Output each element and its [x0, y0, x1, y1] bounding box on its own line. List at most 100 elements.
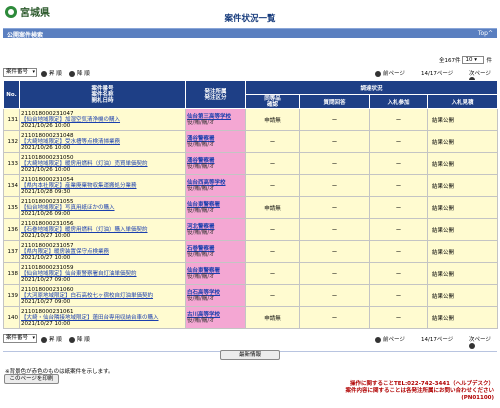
- order-type: 役/賄/購/オ: [187, 163, 215, 170]
- case-cell: 211018000231059 【仙台地域限定】仙台東警察署自灯油単価契約 2021…: [19, 262, 186, 285]
- row-number: 135: [3, 196, 20, 219]
- bid-join-status: ー: [369, 262, 428, 285]
- radio-icon: [69, 336, 75, 343]
- case-cell: 211018000231056 【石巻地域限定】暖房用燃料（灯油）購入単価契約 20…: [19, 218, 186, 241]
- bid-join-status: ー: [369, 108, 428, 131]
- question-status: ー: [299, 218, 370, 241]
- same-item-status: 申請無: [245, 306, 300, 329]
- table-row: 133 211018000231050 【大崎地域限定】暖房用燃料（灯油）売買単価契…: [3, 152, 499, 175]
- same-item-status: ー: [245, 218, 300, 241]
- sort-descending-radio[interactable]: 降 順: [69, 335, 90, 343]
- search-title-bar: 公開案件検索 Top^: [3, 28, 497, 39]
- case-cell: 211018000231060 【大河原地域限定】白石高校七ヶ宿校自灯油単価契約 2…: [19, 284, 186, 307]
- col-bid-result: 入札見積: [426, 94, 499, 109]
- opening-date: 2021/10/27 09:00: [21, 298, 71, 305]
- order-type: 役/賄/賄/オ: [187, 141, 215, 148]
- print-page-button[interactable]: このページを印刷: [4, 374, 59, 384]
- bid-join-status: ー: [369, 130, 428, 153]
- bid-result-status: 結果公開: [426, 130, 499, 153]
- page-info: 14/17ページ: [421, 71, 454, 77]
- bid-join-status: ー: [369, 306, 428, 329]
- next-arrow-icon: [469, 343, 475, 349]
- prev-arrow-icon: [375, 336, 381, 343]
- prev-page-link[interactable]: 前ページ: [375, 335, 405, 343]
- dept-cell: 河北警察署 役/賄/購/オ: [185, 218, 246, 241]
- chevron-down-icon: ▾: [32, 335, 35, 341]
- case-cell: 211018000231061 【大崎・仙台隣接地域限定】蓮田台専用収納台車の購入…: [19, 306, 186, 329]
- bid-result-status: 結果公開: [426, 262, 499, 285]
- col-question: 質問回答: [299, 94, 370, 109]
- row-number: 134: [3, 174, 20, 197]
- row-number: 133: [3, 152, 20, 175]
- contact-dept: 案件内容に関することは各発注所属にお問い合わせください: [345, 388, 494, 394]
- page-header: 宮城県 案件状況一覧: [0, 0, 500, 26]
- record-count: 全167件 10 ▾ 件: [439, 56, 492, 64]
- dept-cell: 古川高等学校 役/賄/購/オ: [185, 306, 246, 329]
- row-number: 139: [3, 284, 20, 307]
- opening-date: 2021/10/27 10:00: [21, 232, 71, 239]
- bid-join-status: ー: [369, 174, 428, 197]
- results-table: No. 案件番号 案件名称 開札日時 発注所属 発注区分 調達状況 同等品 確認…: [3, 80, 499, 329]
- table-row: 140 211018000231061 【大崎・仙台隣接地域限定】蓮田台専用収納台車…: [3, 306, 499, 329]
- latest-info-button[interactable]: 最新情報: [220, 350, 280, 360]
- dept-cell: 白石高等学校 役/賄/購/オ: [185, 284, 246, 307]
- same-item-status: 申請無: [245, 108, 300, 131]
- sort-select[interactable]: 案件番号 ▾: [3, 68, 37, 77]
- table-row: 138 211018000231059 【仙台地域限定】仙台東警察署自灯油単価契約 2…: [3, 262, 499, 285]
- sort-descending-radio[interactable]: 降 順: [69, 69, 90, 77]
- question-status: ー: [299, 262, 370, 285]
- dept-cell: 仙台東警察署 役/賄/購/オ: [185, 262, 246, 285]
- question-status: ー: [299, 152, 370, 175]
- opening-date: 2021/10/26 10:00: [21, 122, 71, 129]
- bid-result-status: 結果公開: [426, 174, 499, 197]
- opening-date: 2021/10/26 10:00: [21, 144, 71, 151]
- opening-date: 2021/10/27 10:00: [21, 320, 71, 327]
- dept-cell: 仙台西高等学校 役/賄/賄/オ: [185, 174, 246, 197]
- same-item-status: ー: [245, 152, 300, 175]
- question-status: ー: [299, 306, 370, 329]
- case-cell: 211018000231050 【大崎地域限定】暖房用燃料（灯油）売買単価契約 20…: [19, 152, 186, 175]
- same-item-status: ー: [245, 130, 300, 153]
- row-number: 131: [3, 108, 20, 131]
- same-item-status: ー: [245, 174, 300, 197]
- radio-icon: [69, 70, 75, 77]
- contact-helpdesk: 操作に関することTEL:022-742-3441（ヘルプデスク）: [349, 381, 494, 387]
- case-cell: 211018000231047 【仙台地域限定】加湿空気清浄機の購入 2021/10…: [19, 108, 186, 131]
- col-same-item: 同等品 確認: [245, 94, 300, 109]
- order-type: 役/賄/賄/オ: [187, 251, 215, 258]
- opening-date: 2021/10/27 09:00: [21, 276, 71, 283]
- col-no: No.: [3, 80, 20, 109]
- prev-arrow-icon: [375, 70, 381, 77]
- row-number: 138: [3, 262, 20, 285]
- opening-date: 2021/10/26 10:00: [21, 166, 71, 173]
- question-status: ー: [299, 240, 370, 263]
- order-type: 役/賄/賄/オ: [187, 185, 215, 192]
- opening-date: 2021/10/26 09:00: [21, 210, 71, 217]
- dept-cell: 仙台東警察署 役/賄/購/オ: [185, 196, 246, 219]
- chevron-down-icon: ▾: [32, 69, 35, 75]
- dept-cell: 涌谷警察署 役/賄/賄/オ: [185, 130, 246, 153]
- contact-info: 操作に関することTEL:022-742-3441（ヘルプデスク） 案件内容に関す…: [345, 381, 494, 402]
- row-number: 137: [3, 240, 20, 263]
- results-body: 131 211018000231047 【仙台地域限定】加湿空気清浄機の購入 2021…: [3, 108, 499, 329]
- top-controls: 案件番号 ▾ 昇 順 降 順 前ページ 14/17ページ 次ページ: [3, 67, 497, 83]
- top-link[interactable]: Top^: [478, 30, 493, 37]
- sort-ascending-radio[interactable]: 昇 順: [41, 335, 62, 343]
- per-page-select[interactable]: 10 ▾: [462, 56, 485, 64]
- bottom-controls: 案件番号 ▾ 昇 順 降 順 前ページ 14/17ページ 次ページ: [3, 333, 497, 349]
- order-type: 役/賄/購/オ: [187, 207, 215, 214]
- bid-result-status: 結果公開: [426, 196, 499, 219]
- col-dept: 発注所属 発注区分: [185, 80, 246, 109]
- sort-select[interactable]: 案件番号 ▾: [3, 334, 37, 343]
- bid-join-status: ー: [369, 284, 428, 307]
- page-info: 14/17ページ: [421, 337, 454, 343]
- sort-ascending-radio[interactable]: 昇 順: [41, 69, 62, 77]
- col-survey: 調達状況: [244, 80, 499, 95]
- prev-page-link[interactable]: 前ページ: [375, 69, 405, 77]
- col-case: 案件番号 案件名称 開札日時: [19, 80, 186, 109]
- next-page-link[interactable]: 次ページ: [469, 335, 497, 350]
- question-status: ー: [299, 284, 370, 307]
- bid-result-status: 結果公開: [426, 240, 499, 263]
- order-type: 役/賄/購/オ: [187, 229, 215, 236]
- table-row: 135 211018000231055 【仙台地域限定】写真用紙ほかの購入 2021/…: [3, 196, 499, 219]
